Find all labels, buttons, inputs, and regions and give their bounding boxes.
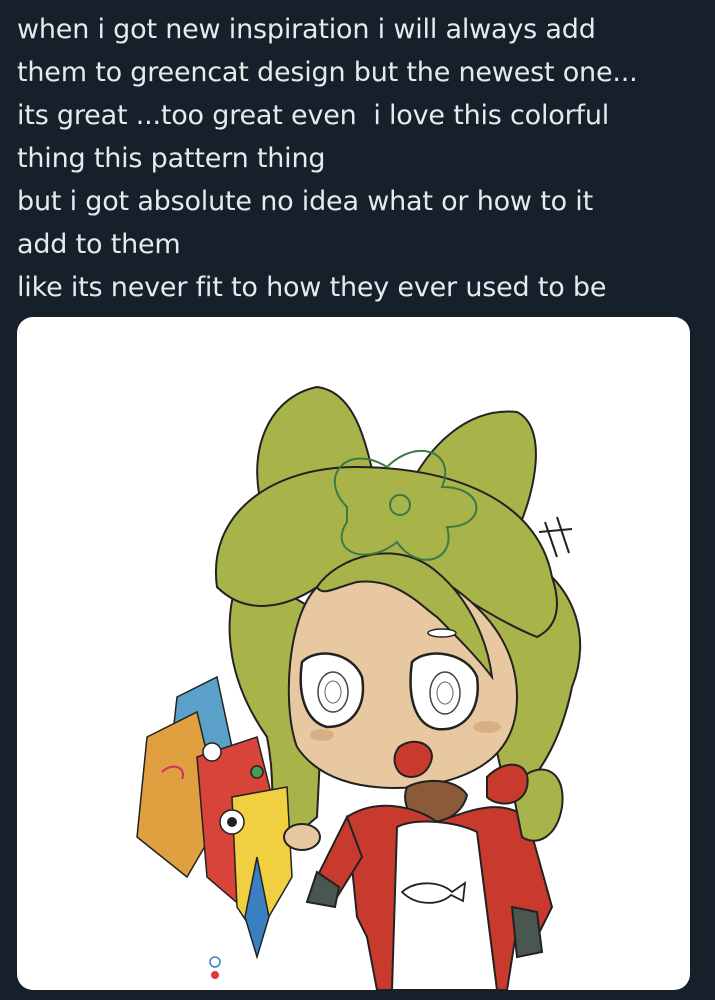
forehead-mark [427,628,457,638]
post: when i got new inspiration i will always… [0,0,715,1000]
post-text-line: add to them [17,229,181,260]
post-text-line: them to greencat design but the newest o… [17,57,638,88]
post-text-line: its great ...too great even i love this … [17,100,610,131]
right-cuff [510,905,544,959]
post-media-image[interactable] [17,317,690,990]
post-text: when i got new inspiration i will always… [17,8,707,309]
post-text-line: but i got absolute no idea what or how t… [17,186,593,217]
right-eye [409,652,480,731]
post-text-line: thing this pattern thing [17,143,326,174]
left-eye [299,652,365,729]
hand [283,823,321,851]
post-text-line: like its never fit to how they ever used… [17,272,607,303]
post-text-line: when i got new inspiration i will always… [17,14,596,45]
character-drawing [136,385,582,990]
